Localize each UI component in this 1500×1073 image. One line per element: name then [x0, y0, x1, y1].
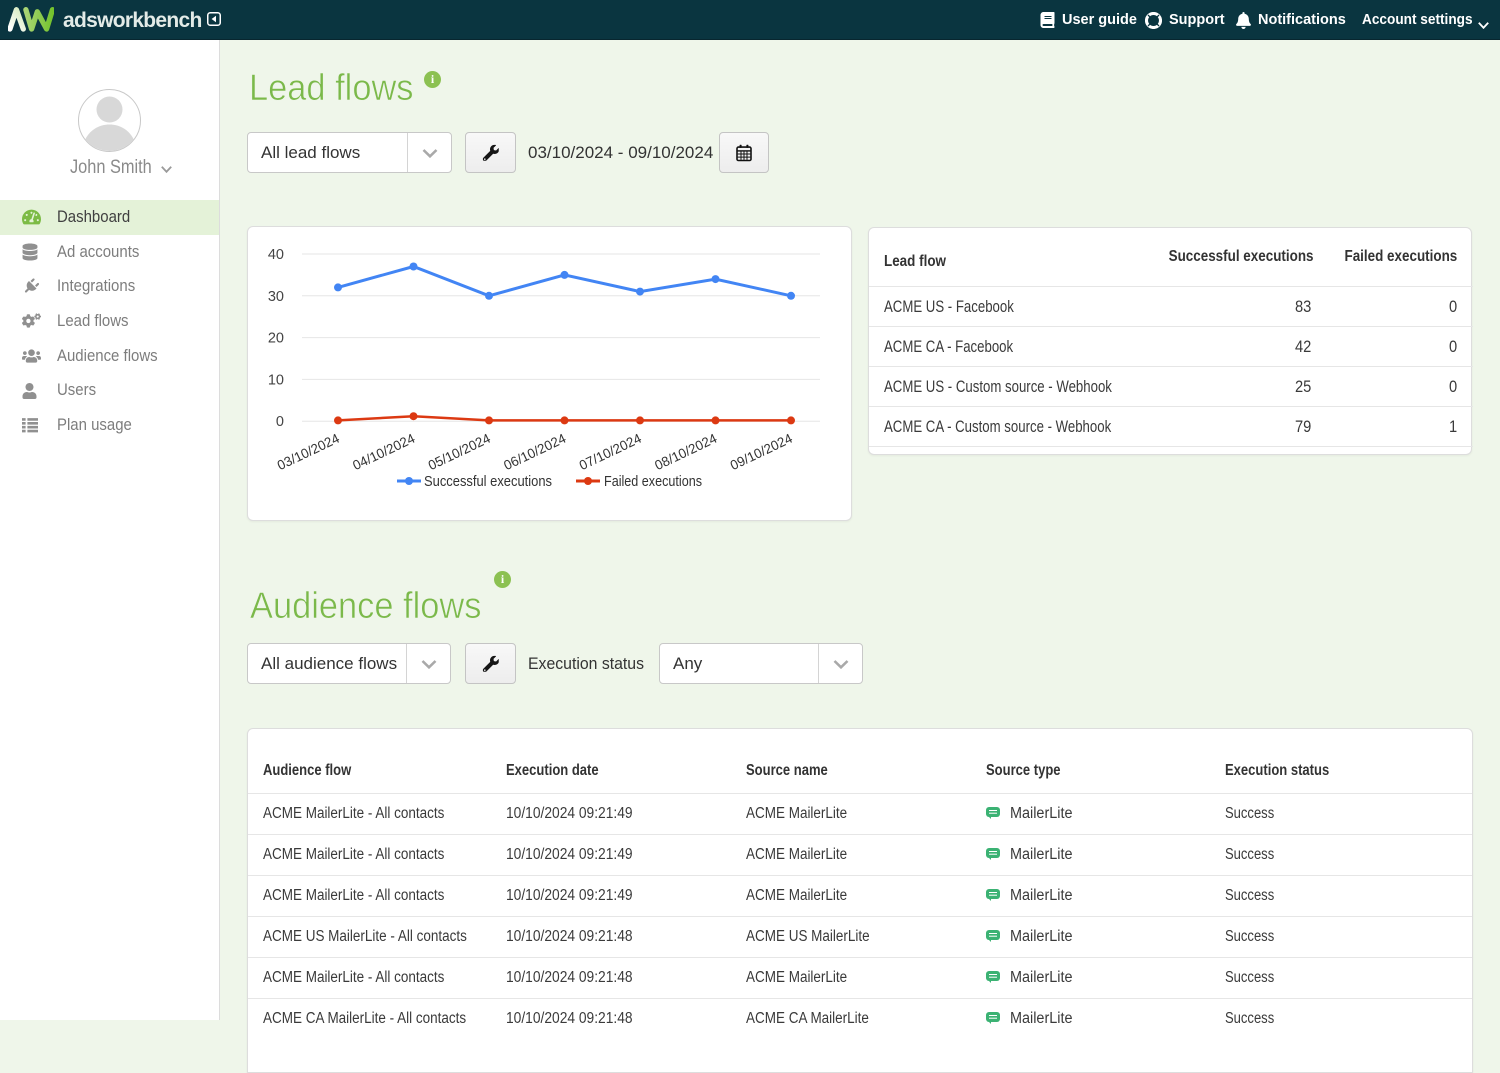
svg-text:04/10/2024: 04/10/2024 [350, 430, 417, 473]
svg-text:06/10/2024: 06/10/2024 [501, 430, 568, 473]
svg-text:08/10/2024: 08/10/2024 [652, 430, 719, 473]
svg-text:30: 30 [268, 289, 284, 305]
svg-text:40: 40 [268, 247, 284, 263]
svg-text:03/10/2024: 03/10/2024 [275, 430, 342, 473]
svg-text:10: 10 [268, 372, 284, 388]
svg-text:07/10/2024: 07/10/2024 [577, 430, 644, 473]
svg-text:0: 0 [276, 414, 284, 430]
svg-text:05/10/2024: 05/10/2024 [426, 430, 493, 473]
svg-text:20: 20 [268, 331, 284, 347]
svg-text:Failed executions: Failed executions [604, 473, 702, 490]
svg-text:Successful executions: Successful executions [424, 473, 552, 490]
svg-text:09/10/2024: 09/10/2024 [728, 430, 795, 473]
